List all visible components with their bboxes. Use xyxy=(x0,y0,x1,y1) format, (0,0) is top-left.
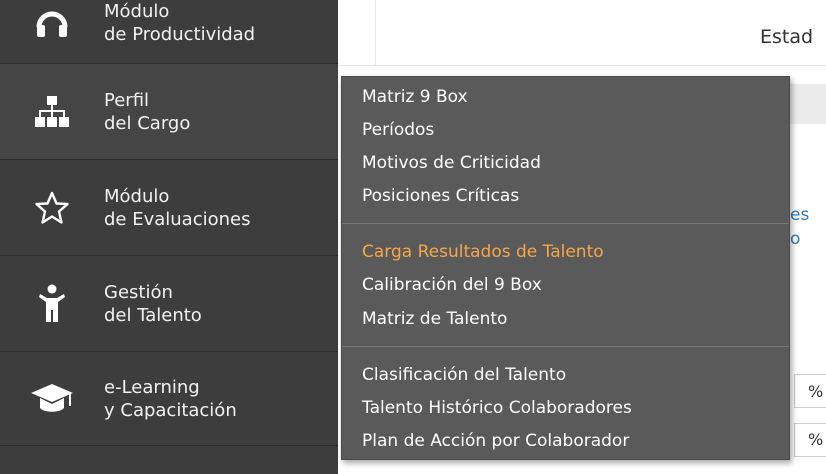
sidebar-item-label: del Talento xyxy=(104,304,202,326)
divider xyxy=(338,65,826,66)
sidebar-item-label: de Evaluaciones xyxy=(104,208,251,230)
org-chart-icon xyxy=(0,95,104,128)
menu-item-talento-historico[interactable]: Talento Histórico Colaboradores xyxy=(362,397,632,419)
percent-label: % xyxy=(808,430,824,449)
link-text[interactable]: es xyxy=(790,203,809,227)
sidebar-item-label: Perfil xyxy=(104,89,150,111)
menu-item-carga-resultados[interactable]: Carga Resultados de Talento xyxy=(362,241,604,263)
sidebar-item-label: Gestión xyxy=(104,281,173,303)
sidebar-item-label: del Cargo xyxy=(104,112,191,134)
sidebar-item-productividad[interactable]: Módulo de Productividad xyxy=(0,0,338,64)
sidebar-item-label: de Productividad xyxy=(104,23,256,45)
sidebar-item-perfil-cargo[interactable]: Perfil del Cargo xyxy=(0,64,338,160)
menu-separator xyxy=(342,223,789,224)
gray-band xyxy=(786,84,826,124)
sidebar-item-gestion-talento[interactable]: Gestión del Talento xyxy=(0,256,338,352)
menu-item-matriz-talento[interactable]: Matriz de Talento xyxy=(362,308,507,330)
sidebar-item-label: e-Learning xyxy=(104,376,200,398)
percent-label: % xyxy=(808,382,824,401)
menu-item-plan-accion[interactable]: Plan de Acción por Colaborador xyxy=(362,430,629,452)
menu-item-clasificacion-talento[interactable]: Clasificación del Talento xyxy=(362,364,566,386)
estado-label: Estad xyxy=(760,26,814,48)
link-text[interactable]: o xyxy=(790,227,809,251)
menu-item-calibracion-9box[interactable]: Calibración del 9 Box xyxy=(362,274,542,296)
sidebar-item-label: y Capacitación xyxy=(104,399,237,421)
menu-item-matriz-9box[interactable]: Matriz 9 Box xyxy=(362,86,468,108)
sidebar-item-label: Módulo xyxy=(104,0,170,22)
divider xyxy=(375,0,376,66)
star-icon xyxy=(0,191,104,225)
sidebar-item-evaluaciones[interactable]: Módulo de Evaluaciones xyxy=(0,160,338,256)
menu-item-posiciones-criticas[interactable]: Posiciones Críticas xyxy=(362,185,519,207)
headset-icon xyxy=(0,5,104,41)
menu-item-periodos[interactable]: Períodos xyxy=(362,119,434,141)
sidebar: Módulo de Productividad Perfil del Cargo xyxy=(0,0,338,474)
submenu-dropdown: Matriz 9 Box Períodos Motivos de Critici… xyxy=(341,76,790,460)
graduation-cap-icon xyxy=(0,382,104,416)
menu-item-motivos-criticidad[interactable]: Motivos de Criticidad xyxy=(362,152,541,174)
sidebar-item-label: Módulo xyxy=(104,185,170,207)
partial-link[interactable]: es o xyxy=(790,203,809,251)
sidebar-item-elearning[interactable]: e-Learning y Capacitación xyxy=(0,352,338,446)
menu-separator xyxy=(342,346,789,347)
person-icon xyxy=(0,284,104,324)
